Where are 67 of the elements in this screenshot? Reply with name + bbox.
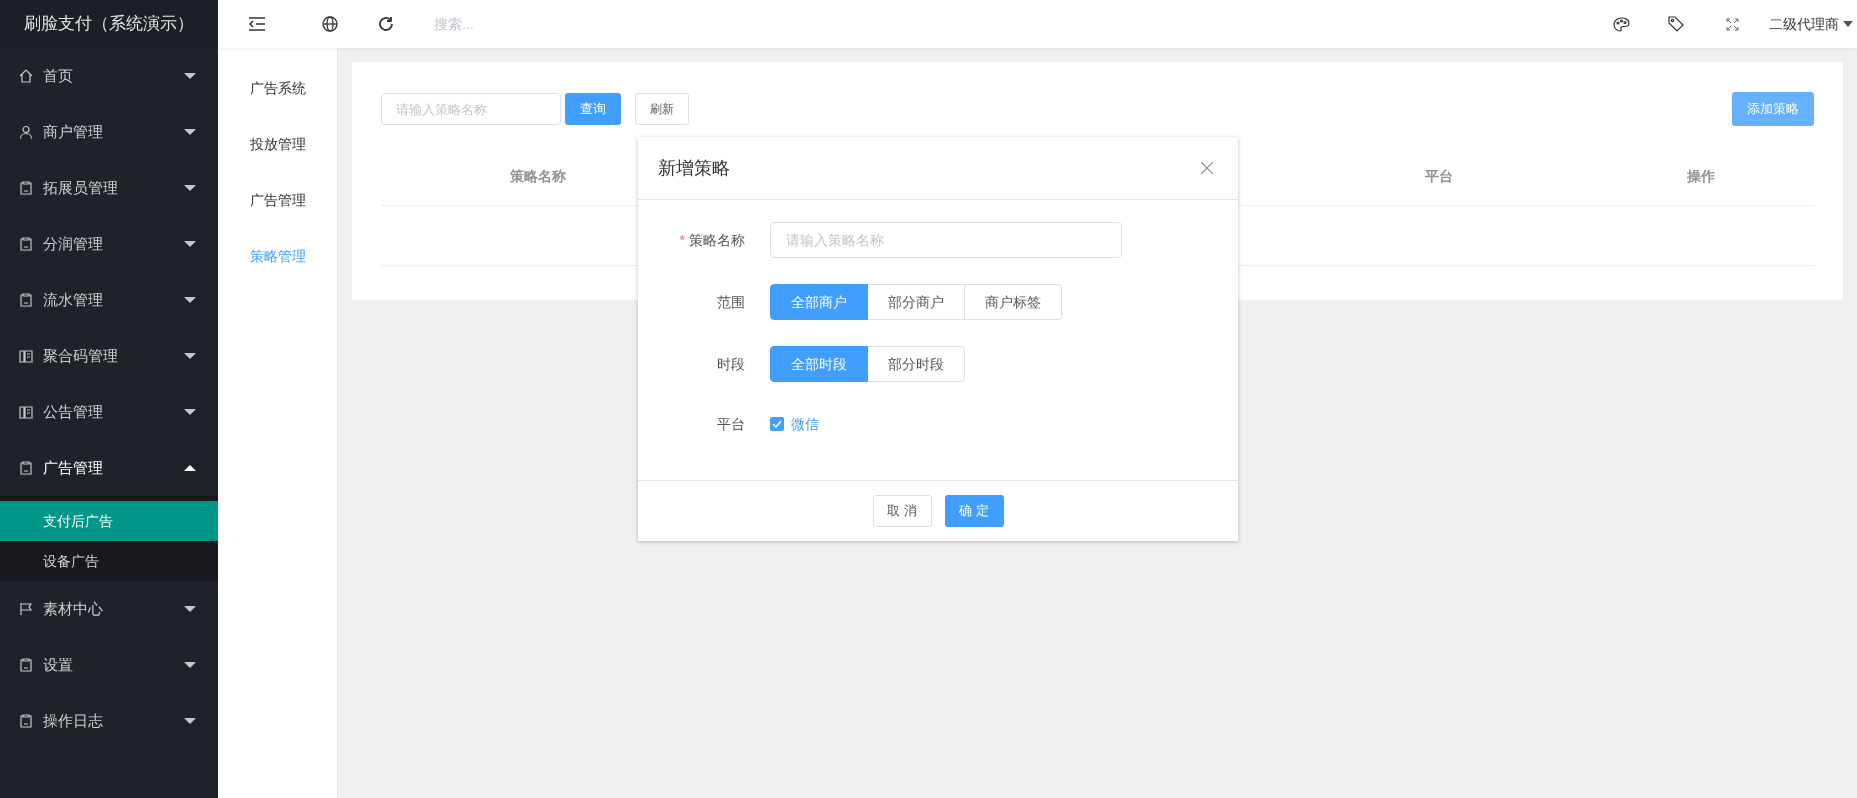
check-icon (772, 420, 782, 428)
field-label: 策略名称 (689, 230, 745, 250)
caret-icon (1843, 21, 1853, 27)
refresh-button[interactable]: 刷新 (635, 93, 689, 125)
clipboard-icon (19, 181, 33, 195)
clipboard-icon (19, 293, 33, 307)
caret-icon (184, 241, 196, 247)
sidebar-item[interactable]: 操作日志 (0, 693, 218, 749)
clipboard-icon (19, 461, 33, 475)
globe-icon[interactable] (322, 16, 338, 32)
clipboard-icon (19, 237, 33, 251)
fullscreen-icon[interactable] (1726, 17, 1739, 31)
field-label: 范围 (717, 292, 745, 312)
menu-fold-icon[interactable] (248, 16, 266, 32)
caret-icon (184, 73, 196, 79)
book-icon (19, 349, 33, 363)
user-menu[interactable]: 二级代理商 (1769, 13, 1853, 35)
user-icon (19, 125, 33, 139)
submenu-item[interactable]: 设备广告 (0, 541, 218, 581)
tag-icon[interactable] (1668, 16, 1684, 32)
flag-icon (19, 602, 33, 616)
app-title: 刷脸支付（系统演示） (0, 0, 218, 48)
dialog-title: 新增策略 (658, 156, 730, 180)
palette-icon[interactable] (1613, 16, 1630, 32)
refresh-icon[interactable] (378, 16, 394, 32)
sidebar-item[interactable]: 商户管理 (0, 104, 218, 160)
sidebar-item[interactable]: 拓展员管理 (0, 160, 218, 216)
book-icon (19, 405, 33, 419)
column-header: 平台 (1425, 168, 1453, 184)
clipboard-icon (19, 658, 33, 672)
caret-icon (184, 606, 196, 612)
sidebar-item[interactable]: 公告管理 (0, 384, 218, 440)
subnav-item[interactable]: 广告管理 (218, 172, 337, 228)
sidebar-item[interactable]: 首页 (0, 48, 218, 104)
caret-icon (184, 465, 196, 471)
caret-icon (184, 185, 196, 191)
home-icon (19, 69, 33, 83)
search-field[interactable]: 搜索... (434, 13, 734, 35)
field-label: 平台 (717, 414, 745, 434)
submenu-item[interactable]: 支付后广告 (0, 501, 218, 541)
close-icon[interactable] (1201, 162, 1213, 174)
cancel-button[interactable]: 取 消 (872, 495, 932, 527)
segment-option[interactable]: 商户标签 (964, 284, 1062, 320)
caret-icon (184, 409, 196, 415)
caret-icon (184, 297, 196, 303)
sidebar-item[interactable]: 分润管理 (0, 216, 218, 272)
caret-icon (184, 718, 196, 724)
sidebar-item[interactable]: 设置 (0, 637, 218, 693)
sidebar-item[interactable]: 流水管理 (0, 272, 218, 328)
segment-option[interactable]: 部分时段 (867, 346, 965, 382)
caret-icon (184, 129, 196, 135)
column-header: 操作 (1687, 168, 1715, 184)
caret-icon (184, 353, 196, 359)
strategy-name-field[interactable]: 请输入策略名称 (770, 222, 1122, 258)
checkbox[interactable] (770, 417, 784, 431)
sidebar-item[interactable]: 素材中心 (0, 581, 218, 637)
subnav-item[interactable]: 投放管理 (218, 116, 337, 172)
sidebar-item[interactable]: 广告管理 (0, 440, 218, 496)
search-field[interactable]: 请输入策略名称 (381, 93, 561, 125)
column-header: 策略名称 (510, 168, 566, 184)
caret-icon (184, 662, 196, 668)
subnav-item[interactable]: 广告系统 (218, 60, 337, 116)
segment-option[interactable]: 部分商户 (867, 284, 965, 320)
clipboard-icon (19, 714, 33, 728)
sidebar-item[interactable]: 聚合码管理 (0, 328, 218, 384)
required-mark: * (679, 230, 685, 250)
field-label: 时段 (717, 354, 745, 374)
